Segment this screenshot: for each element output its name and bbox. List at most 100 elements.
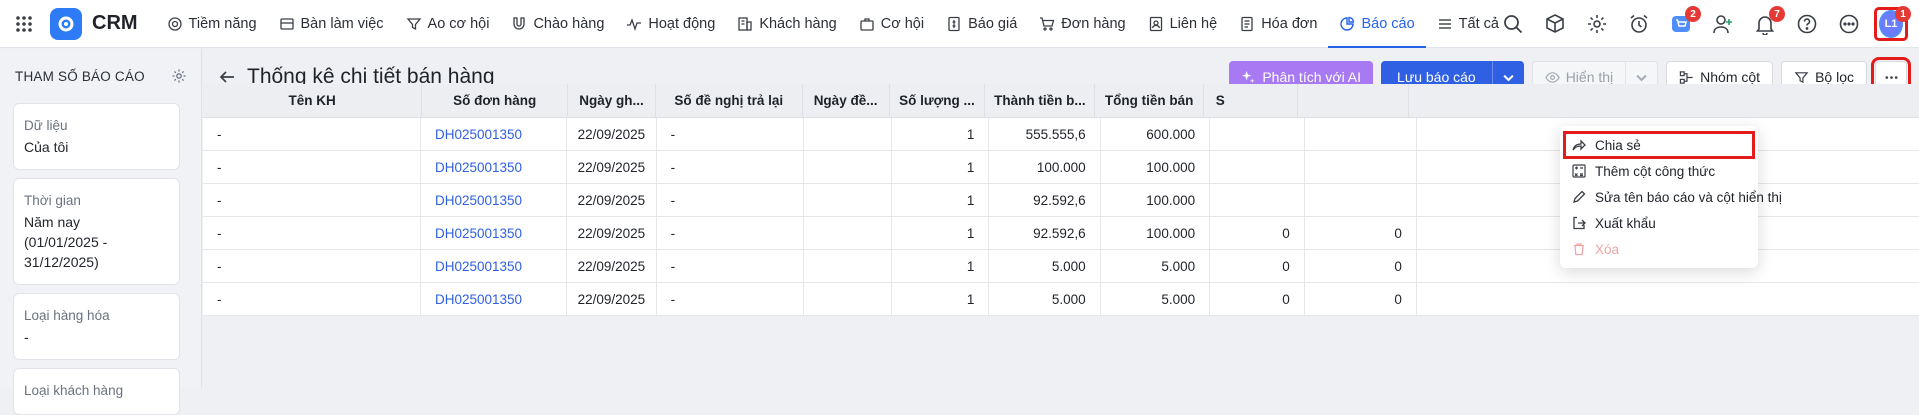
param-product-type[interactable]: Loại hàng hóa - (13, 293, 180, 360)
display-label: Hiển thị (1565, 69, 1614, 85)
package-button[interactable] (1541, 10, 1569, 38)
column-header[interactable]: Ngày gh... (568, 84, 656, 117)
apps-grid-icon[interactable] (0, 0, 48, 48)
search-button[interactable] (1499, 10, 1527, 38)
table-cell: - (657, 184, 804, 216)
app-name: CRM (92, 12, 138, 34)
order-number-link[interactable]: DH025001350 (421, 151, 568, 183)
nav-item-bao-cao[interactable]: Báo cáo (1328, 0, 1426, 48)
param-time[interactable]: Thời gian Năm nay (01/01/2025 - 31/12/20… (13, 178, 180, 285)
formula-icon (1572, 164, 1586, 178)
chevron-down-icon (1636, 74, 1647, 81)
nav-item-tat-ca[interactable]: Tất cả (1426, 0, 1510, 48)
nav-item-ban-lam-viec[interactable]: Bàn làm việc (268, 0, 395, 48)
group-columns-label: Nhóm cột (1700, 69, 1761, 85)
nav-item-ao-co-hoi[interactable]: Ao cơ hội (395, 0, 501, 48)
column-header[interactable] (1409, 84, 1919, 117)
column-header[interactable]: Tổng tiền bán (1095, 84, 1204, 117)
param-label: Loại khách hàng (24, 383, 124, 398)
gear-icon[interactable] (171, 68, 187, 84)
menu-item-share[interactable]: Chia sẻ (1563, 131, 1755, 159)
nav-item-bao-gia[interactable]: Báo giá (935, 0, 1028, 48)
nav-item-chao-hang[interactable]: Chào hàng (500, 0, 615, 48)
app-logo[interactable]: CRM (50, 7, 138, 40)
quote-icon (948, 16, 960, 31)
column-header[interactable]: Thành tiền b... (985, 84, 1096, 117)
table-cell (1210, 118, 1305, 150)
menu-item-label: Xuất khẩu (1595, 215, 1656, 231)
table-cell: 100.000 (1101, 217, 1211, 249)
cart-button[interactable]: 2 (1667, 6, 1701, 38)
nav-item-co-hoi[interactable]: Cơ hội (848, 0, 935, 48)
briefcase-icon (860, 17, 874, 31)
table-cell: 1 (892, 118, 990, 150)
table-cell: 0 (1210, 250, 1305, 282)
nav-item-lien-he[interactable]: Liên hệ (1137, 0, 1229, 48)
column-header[interactable]: Số đơn hàng (422, 84, 569, 117)
table-cell: 22/09/2025 (567, 283, 657, 315)
arrow-left-icon (219, 70, 234, 83)
nav-item-tiem-nang[interactable]: Tiềm năng (156, 0, 268, 48)
column-header[interactable]: Tên KH (203, 84, 423, 117)
chevron-down-icon (1503, 74, 1514, 81)
table-cell: - (657, 217, 804, 249)
order-number-link[interactable]: DH025001350 (421, 250, 568, 282)
param-customer-type[interactable]: Loại khách hàng (13, 368, 180, 415)
add-user-icon (1713, 15, 1732, 34)
column-header[interactable]: Số đề nghị trả lại (656, 84, 803, 117)
table-cell (804, 250, 893, 282)
order-number-link[interactable]: DH025001350 (421, 217, 568, 249)
settings-button[interactable] (1583, 10, 1611, 38)
add-user-button[interactable] (1709, 10, 1737, 38)
nav-item-label: Cơ hội (880, 15, 925, 32)
table-cell: - (203, 283, 421, 315)
param-data[interactable]: Dữ liệu Của tôi (13, 103, 180, 170)
menu-item-export[interactable]: Xuất khẩu (1560, 210, 1758, 236)
column-header[interactable] (1298, 84, 1410, 117)
cart-badge: 2 (1685, 6, 1701, 22)
param-label: Thời gian (24, 193, 81, 208)
menu-item-label: Chia sẻ (1595, 137, 1641, 153)
param-value: - (24, 329, 29, 345)
more-apps-button[interactable] (1835, 10, 1863, 38)
column-header[interactable]: Ngày đề... (803, 84, 890, 117)
notifications-button[interactable]: 7 (1751, 6, 1785, 38)
order-number-link[interactable]: DH025001350 (421, 283, 568, 315)
table-cell: - (203, 118, 421, 150)
contact-icon (1149, 16, 1162, 31)
table-row[interactable]: - DH025001350 22/09/2025-1 5.000 5.000 0 0 (203, 283, 1919, 316)
menu-item-delete[interactable]: Xóa (1560, 236, 1758, 262)
param-value: Năm nay (24, 214, 81, 230)
ai-analyze-label: Phân tích với AI (1262, 69, 1362, 85)
table-cell: 1 (892, 250, 990, 282)
table-cell (1210, 151, 1305, 183)
eye-icon (1544, 71, 1560, 83)
nav-item-khach-hang[interactable]: Khách hàng (726, 0, 847, 48)
desk-icon (279, 17, 294, 30)
order-number-link[interactable]: DH025001350 (421, 118, 568, 150)
table-cell: 92.592,6 (989, 217, 1101, 249)
funnel-icon (406, 17, 421, 30)
user-avatar-button[interactable]: L1 1 (1874, 6, 1911, 41)
nav-item-label: Hoạt động (648, 15, 716, 32)
nav-item-hoa-don[interactable]: Hóa đơn (1228, 0, 1328, 48)
nav-item-don-hang[interactable]: Đơn hàng (1028, 0, 1136, 48)
table-cell: 100.000 (1101, 151, 1211, 183)
table-cell: 1 (892, 184, 990, 216)
table-cell: 5.000 (989, 283, 1101, 315)
table-cell: 100.000 (989, 151, 1101, 183)
nav-item-label: Đơn hàng (1061, 15, 1126, 32)
search-icon (1504, 15, 1523, 34)
menu-item-add-formula-column[interactable]: Thêm cột công thức (1560, 158, 1758, 184)
help-button[interactable] (1793, 10, 1821, 38)
alarm-button[interactable] (1625, 10, 1653, 38)
table-cell (804, 283, 893, 315)
nav-item-hoat-dong[interactable]: Hoạt động (615, 0, 726, 48)
column-header[interactable]: S (1204, 84, 1299, 117)
column-header[interactable]: Số lượng ... (890, 84, 986, 117)
package-icon (1546, 14, 1564, 33)
order-number-link[interactable]: DH025001350 (421, 184, 568, 216)
nav-item-label: Chào hàng (533, 15, 605, 32)
menu-item-rename-report[interactable]: Sửa tên báo cáo và cột hiển thị (1560, 184, 1782, 210)
table-cell (804, 217, 893, 249)
